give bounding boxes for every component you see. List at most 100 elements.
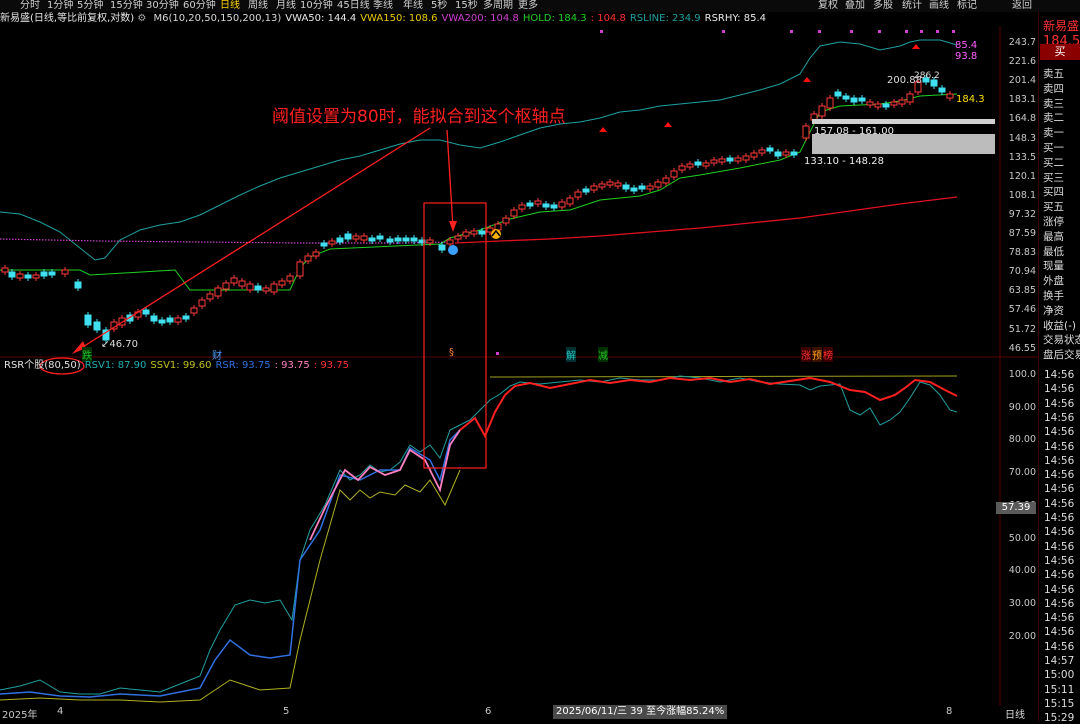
zone2-label: 133.10 - 148.28 — [804, 156, 884, 167]
vwa200-series — [0, 238, 451, 244]
candle-body — [336, 237, 344, 243]
candle-body — [654, 181, 662, 188]
candle-body — [582, 188, 590, 193]
price-axis-tick: 148.3 — [1008, 132, 1036, 144]
candle-body — [446, 239, 454, 245]
trade-time: 14:56 — [1044, 454, 1075, 467]
trade-time: 14:56 — [1044, 640, 1075, 653]
candle-body — [462, 231, 470, 237]
candle-body — [8, 271, 16, 278]
price-axis-tick: 120.1 — [1008, 170, 1036, 182]
candle-body — [726, 157, 734, 162]
trade-time: 14:56 — [1044, 512, 1075, 524]
event-mark-section[interactable]: § — [449, 347, 454, 358]
buy-button[interactable]: 买 — [1040, 44, 1080, 60]
indicator-cursor-value: 57.39 — [996, 502, 1036, 514]
candle-body — [150, 315, 158, 322]
candle-body — [286, 275, 294, 282]
trade-time: 14:56 — [1044, 497, 1075, 510]
trade-time: 14:56 — [1044, 612, 1075, 625]
candle-body — [766, 147, 774, 152]
trade-time: 14:56 — [1044, 369, 1075, 381]
candle-body — [590, 185, 598, 191]
candle-body — [890, 101, 898, 106]
low-price-value: 46.70 — [109, 339, 139, 350]
sub-indicator-0: RSR个股(80,50) — [4, 360, 81, 371]
candle-body — [898, 99, 906, 105]
sub-indicator-4: : 93.75 — [274, 360, 310, 371]
candle-body — [686, 163, 694, 168]
indicator-axis-tick: 100.0 — [1008, 369, 1036, 380]
ssv1-top-line — [489, 375, 958, 378]
candle-body — [646, 185, 654, 190]
candle-body — [662, 177, 670, 184]
candle-body — [142, 309, 150, 315]
candle-body — [670, 170, 678, 178]
indicator-axis-tick: 80.00 — [1008, 434, 1036, 446]
signal-dot — [722, 30, 725, 33]
candle-body — [454, 235, 462, 240]
indicator-axis-tick: 50.00 — [1008, 532, 1036, 544]
rsr-pink-series — [309, 429, 461, 541]
candle-body — [850, 97, 858, 103]
trade-time: 14:56 — [1044, 554, 1075, 567]
sub-indicator-2: SSV1: 99.60 — [150, 360, 212, 371]
candle-body — [614, 182, 622, 187]
candle-body — [40, 271, 48, 277]
candle-body — [678, 165, 686, 171]
candle-body — [254, 285, 262, 291]
event-mark-limit-up[interactable]: 涨 — [801, 347, 811, 362]
arrow-head-down — [449, 221, 457, 232]
quote-sidebar: 新易盛 184.50 买 卖五卖四卖三卖二卖一买一买二买三买四买五涨停最高最低现… — [1038, 12, 1080, 724]
candle-body — [606, 181, 614, 186]
x-cursor-info: 2025/06/11/三 39 至今涨幅85.24% — [553, 705, 728, 719]
candle-body — [758, 149, 766, 154]
trade-time: 15:00 — [1044, 669, 1075, 682]
signal-dot — [952, 30, 955, 33]
candle-body — [550, 204, 558, 209]
candle-body — [534, 200, 542, 205]
trade-time: 14:56 — [1044, 583, 1075, 596]
candle-body — [402, 237, 410, 242]
trade-time: 14:56 — [1044, 540, 1075, 553]
orderbook-level: 卖四 — [1043, 82, 1064, 95]
candle-body — [742, 155, 750, 161]
event-mark-forecast[interactable]: 预 — [812, 347, 822, 362]
candle-body — [262, 287, 270, 292]
rsr-series — [0, 429, 461, 698]
trade-time: 15:29 — [1044, 712, 1075, 724]
quote-stat: 换手 — [1043, 290, 1064, 302]
event-mark-reduce[interactable]: 减 — [598, 347, 608, 362]
candle-body — [946, 93, 954, 99]
orderbook-level: 卖三 — [1043, 97, 1064, 110]
event-mark-unlock[interactable]: 解 — [566, 347, 576, 362]
candle-body — [328, 240, 336, 245]
orderbook-level: 卖二 — [1043, 112, 1064, 125]
candle-body — [774, 151, 782, 157]
candle-body — [598, 183, 606, 188]
signal-dot — [600, 30, 603, 33]
trade-time: 14:57 — [1044, 655, 1075, 667]
quote-stat: 收益(-) — [1043, 319, 1076, 332]
orderbook-level: 卖一 — [1043, 127, 1064, 140]
candle-body — [32, 274, 40, 279]
signal-dot — [496, 352, 499, 355]
price-axis-tick: 164.8 — [1008, 113, 1036, 125]
candle-body — [526, 202, 534, 207]
event-mark-ranking[interactable]: 榜 — [823, 347, 833, 362]
price-axis-tick: 183.1 — [1008, 94, 1036, 106]
price-axis-tick: 78.83 — [1008, 247, 1036, 259]
signal-dot — [850, 30, 853, 33]
candle-body — [166, 317, 174, 323]
candle-body — [368, 237, 376, 242]
candle-body — [320, 242, 328, 247]
trade-time: 14:56 — [1044, 397, 1075, 410]
signal-triangle-4 — [912, 44, 920, 49]
candle-body — [386, 238, 394, 243]
candle-body — [734, 157, 742, 162]
trade-time: 15:15 — [1044, 697, 1075, 710]
candle-body — [542, 203, 550, 208]
indicator-axis-tick: 20.00 — [1008, 630, 1036, 642]
high-price-label-2: 286.2 — [914, 71, 940, 81]
candle-body — [782, 151, 790, 156]
